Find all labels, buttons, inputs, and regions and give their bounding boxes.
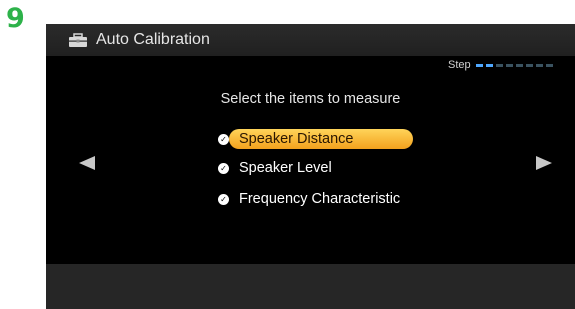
item-label: Speaker Distance — [229, 129, 414, 149]
step-dot — [536, 64, 543, 67]
calibration-screen: Auto Calibration Step Select the items t… — [46, 24, 575, 309]
step-dot — [516, 64, 523, 67]
check-icon: ✓ — [218, 193, 229, 205]
step-dot — [476, 64, 483, 67]
left-arrow-icon[interactable] — [79, 156, 95, 170]
check-icon: ✓ — [218, 162, 229, 174]
right-arrow-icon[interactable] — [536, 156, 552, 170]
bottom-bar — [46, 264, 575, 309]
prompt-text: Select the items to measure — [220, 91, 401, 107]
step-dot — [496, 64, 503, 67]
step-dot — [506, 64, 513, 67]
window-title: Auto Calibration — [96, 31, 210, 48]
step-dot — [526, 64, 533, 67]
step-progress — [476, 64, 553, 67]
step-number: 9 — [6, 3, 25, 34]
title-bar: Auto Calibration — [46, 24, 575, 56]
item-speaker-distance[interactable]: ✓ Speaker Distance — [218, 128, 414, 150]
step-dot — [546, 64, 553, 67]
step-dot — [486, 64, 493, 67]
toolbox-icon — [69, 33, 87, 47]
item-frequency-characteristic[interactable]: ✓ Frequency Characteristic — [218, 188, 412, 210]
item-label: Speaker Level — [239, 160, 332, 176]
check-icon: ✓ — [218, 133, 229, 145]
item-speaker-level[interactable]: ✓ Speaker Level — [218, 157, 344, 179]
item-label: Frequency Characteristic — [239, 191, 401, 207]
step-label: Step — [448, 59, 471, 71]
